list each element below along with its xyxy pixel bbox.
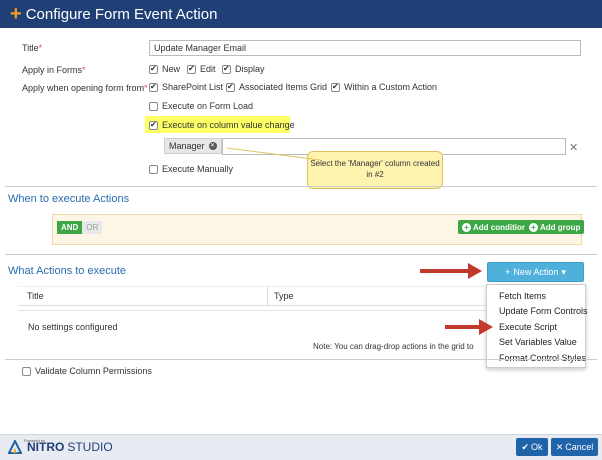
annotation-overlay bbox=[226, 147, 493, 335]
check-icon: ✔ bbox=[521, 441, 530, 452]
close-icon: ✕ bbox=[555, 441, 564, 452]
callout-pointer bbox=[226, 147, 321, 161]
nitro-logo-icon bbox=[8, 440, 22, 454]
nitro-studio-logo: Powered by NITRO STUDIO bbox=[8, 438, 113, 454]
arrow-icon bbox=[445, 319, 493, 335]
cancel-button[interactable]: ✕ Cancel bbox=[551, 438, 598, 456]
arrow-icon bbox=[420, 263, 482, 279]
ok-button[interactable]: ✔ Ok bbox=[516, 438, 548, 456]
